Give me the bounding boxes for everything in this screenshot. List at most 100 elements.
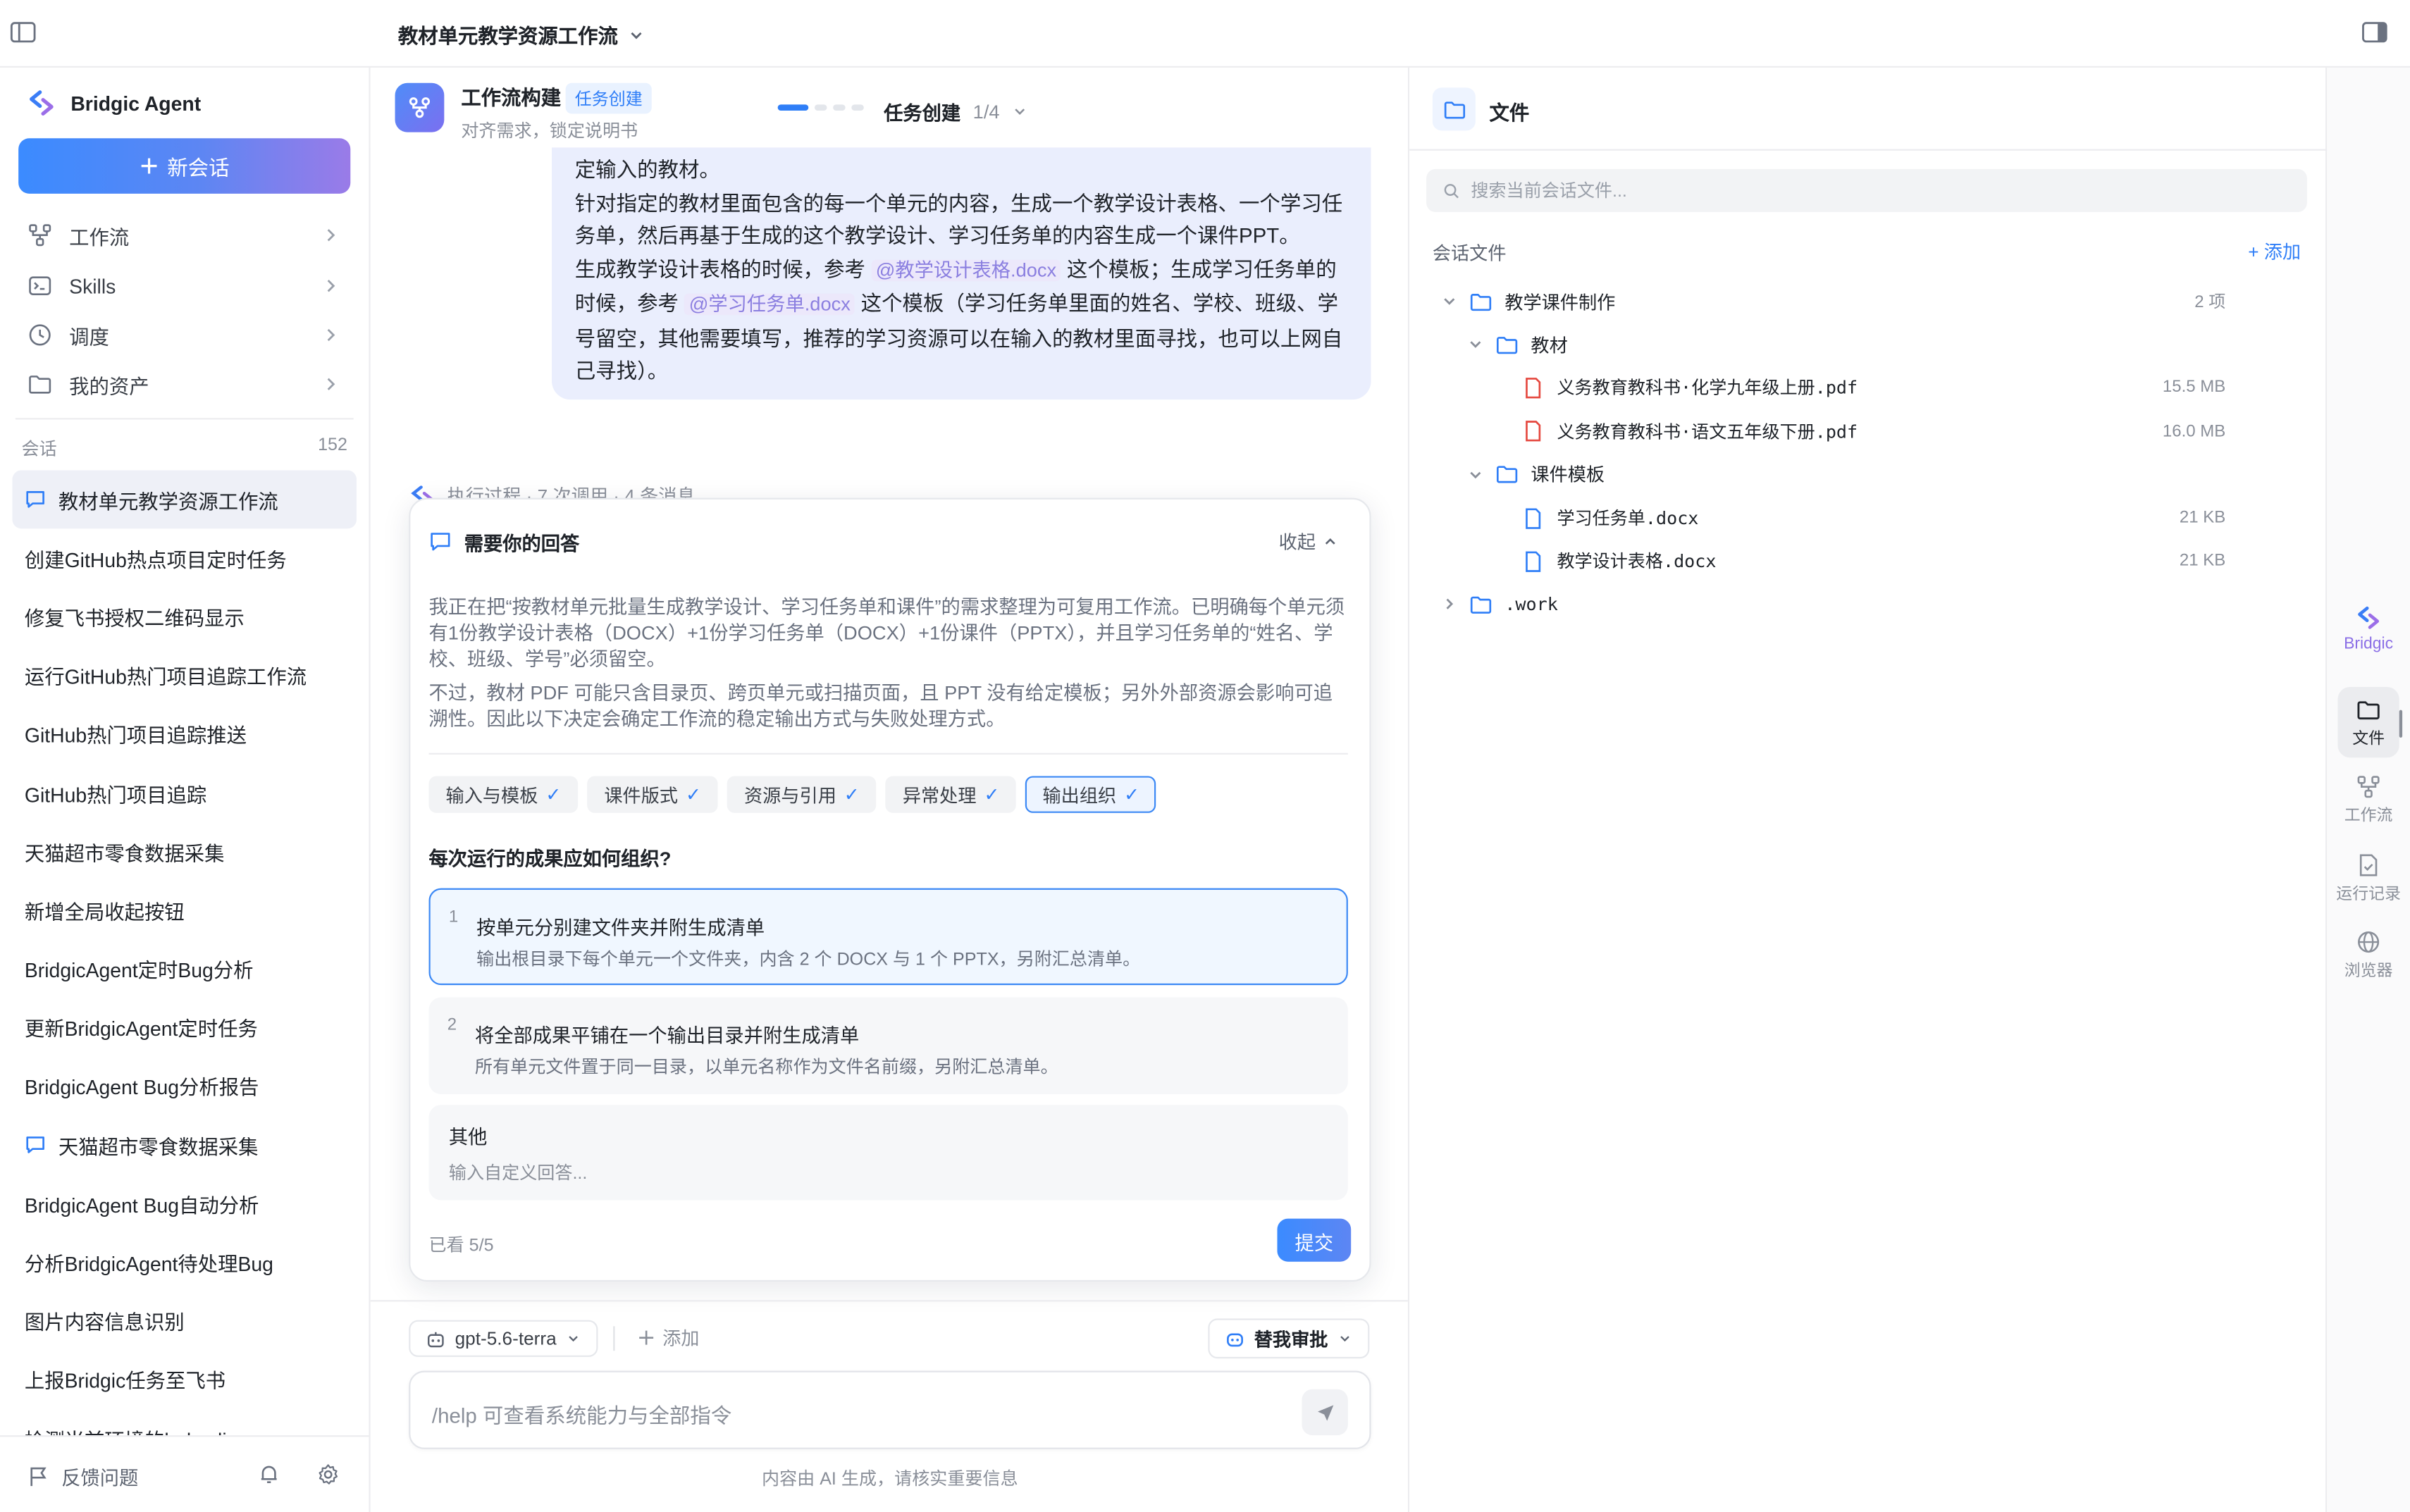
conversation-title: BridgicAgent Bug自动分析 (24, 1194, 259, 1217)
custom-answer-input[interactable]: 输入自定义回答... (449, 1160, 588, 1185)
conversation-title: 创建GitHub热点项目定时任务 (24, 548, 287, 571)
tree-file[interactable]: 义务教育教科书·语文五年级下册.pdf 16.0 MB (1409, 409, 2327, 452)
tree-file[interactable]: 学习任务单.docx 21 KB (1409, 497, 2327, 540)
conversation-item[interactable]: 修复飞书授权二维码显示 (12, 588, 357, 646)
description-paragraph: 不过，教材 PDF 可能只含目录页、跨页单元或扫描页面，且 PPT 没有给定模板… (428, 681, 1333, 730)
chevron-down-icon (1012, 103, 1029, 120)
answer-option[interactable]: 2 将全部成果平铺在一个输出目录并附生成清单 所有单元文件置于同一目录，以单元名… (428, 997, 1348, 1094)
topic-tab-label: 输入与模板 (445, 784, 538, 806)
topic-tab[interactable]: 资源与引用 ✓ (727, 776, 877, 813)
terminal-icon (27, 273, 52, 298)
topic-tab[interactable]: 输入与模板 ✓ (428, 776, 579, 813)
rail-bridgic[interactable]: Bridgic (2327, 605, 2410, 653)
workflow-title-dropdown[interactable]: 教材单元教学资源工作流 (398, 20, 645, 49)
rail-browser[interactable]: 浏览器 (2327, 930, 2410, 982)
tree-folder[interactable]: 教材 (1409, 323, 2327, 366)
submit-button[interactable]: 提交 (1277, 1218, 1352, 1262)
conversation-item[interactable]: GitHub热门项目追踪 (12, 764, 357, 822)
collapse-button[interactable]: 收起 (1279, 528, 1339, 554)
tree-folder[interactable]: 教学课件制作 2 项 (1409, 280, 2327, 323)
sidebar-toggle-icon[interactable] (9, 18, 37, 46)
stage-selector[interactable]: 任务创建 1/4 (884, 97, 1029, 125)
chevron-right-icon (320, 324, 342, 346)
file-mention[interactable]: @教学设计表格.docx (871, 259, 1061, 281)
tree-item-meta: 21 KB (2179, 552, 2226, 571)
nav-item-workflow[interactable]: 工作流 (16, 212, 354, 258)
option-number: 1 (448, 908, 459, 927)
conversation-item[interactable]: 图片内容信息识别 (12, 1292, 357, 1351)
conversation-item[interactable]: 教材单元教学资源工作流 (12, 470, 357, 529)
add-attachment-button[interactable]: 添加 (638, 1325, 699, 1351)
tree-folder[interactable]: 课件模板 (1409, 453, 2327, 496)
file-mention[interactable]: @学习任务单.docx (684, 293, 855, 316)
conversation-item[interactable]: BridgicAgent Bug自动分析 (12, 1175, 357, 1233)
tree-file[interactable]: 教学设计表格.docx 21 KB (1409, 540, 2327, 583)
topic-tab[interactable]: 课件版式 ✓ (587, 776, 718, 813)
user-message-line: 定输入的教材。 (574, 158, 720, 182)
rail-workflow[interactable]: 工作流 (2327, 774, 2410, 826)
file-search-input[interactable]: 搜索当前会话文件... (1426, 168, 2307, 212)
chevron-up-icon (1322, 533, 1339, 550)
folder-icon (1469, 593, 1493, 616)
conversation-item[interactable]: 分析BridgicAgent待处理Bug (12, 1233, 357, 1291)
check-icon: ✓ (545, 783, 562, 805)
message-composer[interactable]: /help 可查看系统能力与全部指令 (409, 1370, 1371, 1449)
chevron-down-icon[interactable] (1440, 292, 1459, 310)
folder-icon (27, 372, 52, 397)
conversation-item[interactable]: 检测当前环境的lark_cli (12, 1409, 357, 1436)
new-chat-button[interactable]: 新会话 (18, 138, 351, 194)
model-selector[interactable]: gpt-5.6-terra (409, 1320, 598, 1357)
answer-option-other[interactable]: 其他 输入自定义回答... (428, 1105, 1348, 1201)
send-button[interactable] (1302, 1389, 1348, 1436)
divider (613, 1326, 615, 1351)
conversation-item[interactable]: GitHub热门项目追踪推送 (12, 705, 357, 764)
chevron-down-icon[interactable] (1466, 465, 1485, 483)
conversation-title: 教材单元教学资源工作流 (58, 489, 278, 513)
conversation-item[interactable]: 天猫超市零食数据采集 (12, 822, 357, 881)
nav-label: 调度 (69, 325, 109, 349)
conversation-item[interactable]: 创建GitHub热点项目定时任务 (12, 529, 357, 588)
option-number: 2 (447, 1015, 457, 1034)
gear-icon[interactable] (316, 1463, 340, 1486)
feedback-button[interactable]: 反馈问题 (27, 1461, 138, 1490)
tree-folder[interactable]: .work (1409, 583, 2327, 626)
nav-item-assets[interactable]: 我的资产 (16, 361, 354, 407)
workflow-header: 工作流构建 任务创建 对齐需求，锁定说明书 任务创建 1/4 (370, 67, 1408, 148)
topic-tab[interactable]: 异常处理 ✓ (885, 776, 1017, 813)
top-bar: 教材单元教学资源工作流 (0, 0, 2410, 68)
rail-run-records[interactable]: 运行记录 (2327, 853, 2410, 905)
folder-icon (1469, 290, 1493, 313)
rail-files[interactable]: 文件 (2337, 686, 2399, 758)
divider (15, 418, 354, 420)
conversation-item[interactable]: BridgicAgent定时Bug分析 (12, 940, 357, 998)
conversation-item[interactable]: 更新BridgicAgent定时任务 (12, 998, 357, 1057)
topic-tab[interactable]: 输出组织 ✓ (1025, 776, 1157, 813)
conversation-item[interactable]: 上报Bridgic任务至飞书 (12, 1351, 357, 1409)
right-panel-toggle-icon[interactable] (2361, 18, 2388, 46)
add-file-button[interactable]: + 添加 (2248, 238, 2301, 264)
nav-item-skills[interactable]: Skills (16, 263, 354, 309)
files-header: 文件 (1409, 68, 2328, 151)
bell-icon[interactable] (258, 1463, 280, 1485)
check-icon: ✓ (844, 783, 860, 805)
conversation-item[interactable]: 运行GitHub热门项目追踪工作流 (12, 646, 357, 705)
flag-icon (27, 1465, 49, 1487)
message-icon (25, 489, 47, 511)
answer-option[interactable]: 1 按单元分别建文件夹并附生成清单 输出根目录下每个单元一个文件夹，内含 2 个… (428, 888, 1348, 986)
conversation-item[interactable]: BridgicAgent Bug分析报告 (12, 1057, 357, 1115)
conversation-item[interactable]: 新增全局收起按钮 (12, 881, 357, 939)
auto-approval-selector[interactable]: 替我审批 (1208, 1318, 1370, 1359)
text-span: 生成教学设计表格的时候，参考 (574, 257, 865, 281)
message-input[interactable]: /help 可查看系统能力与全部指令 (432, 1399, 731, 1430)
progress-segment (814, 104, 827, 111)
feedback-label: 反馈问题 (61, 1467, 139, 1489)
chevron-right-icon[interactable] (1440, 595, 1459, 614)
stage-count: 1/4 (972, 100, 1000, 123)
tree-file[interactable]: 义务教育教科书·化学九年级上册.pdf 15.5 MB (1409, 366, 2327, 409)
conversation-item[interactable]: 天猫超市零食数据采集 (12, 1116, 357, 1175)
tree-item-name: 教学设计表格.docx (1557, 550, 1717, 572)
nav-item-schedule[interactable]: 调度 (16, 312, 354, 358)
send-icon (1315, 1402, 1335, 1422)
chevron-down-icon[interactable] (1466, 335, 1485, 354)
brand: Bridgic Agent (27, 89, 201, 117)
